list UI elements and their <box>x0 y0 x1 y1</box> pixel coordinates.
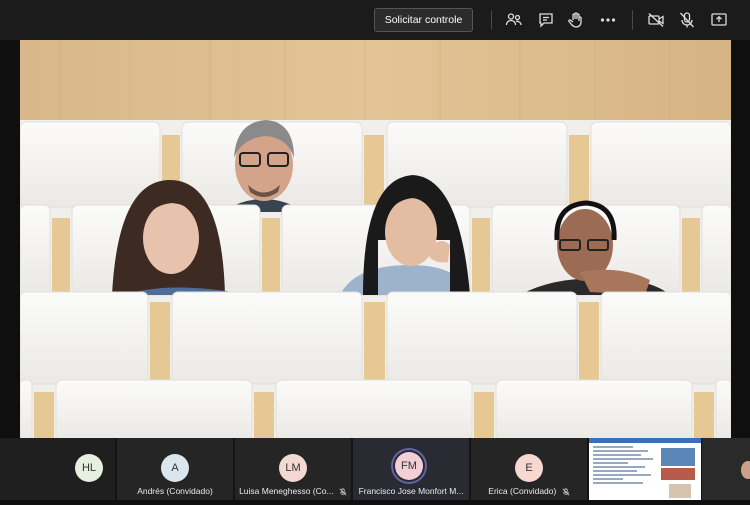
participant-tile[interactable]: LM Luisa Meneghesso (Co... <box>235 438 351 500</box>
chat-icon[interactable] <box>536 10 556 30</box>
camera-off-icon[interactable] <box>646 10 666 30</box>
raise-hand-icon[interactable] <box>566 10 586 30</box>
shared-document-preview <box>589 438 701 500</box>
together-mode-stage <box>20 40 731 438</box>
participant-tile-speaking[interactable]: FM Francisco Jose Monfort M... <box>353 438 469 500</box>
participant-name: Francisco Jose Monfort M... <box>358 486 464 496</box>
avatar: A <box>161 454 189 482</box>
participants-icon[interactable] <box>504 10 524 30</box>
auditorium-scene <box>20 40 731 438</box>
participant-name: Andrés (Convidado) <box>137 486 213 496</box>
meeting-toolbar: Solicitar controle <box>0 0 750 40</box>
self-video-tile[interactable] <box>702 438 750 500</box>
mic-off-icon <box>339 488 347 496</box>
toolbar-divider <box>491 10 492 30</box>
participant-tile[interactable]: E Erica (Convidado) <box>471 438 587 500</box>
participant-name-row: Luisa Meneghesso (Co... <box>235 486 351 496</box>
self-video-preview <box>702 438 750 500</box>
avatar: E <box>515 454 543 482</box>
participant-name: Erica (Convidado) <box>488 486 557 496</box>
participant-name: Luisa Meneghesso (Co... <box>239 486 334 496</box>
mic-off-icon <box>562 488 570 496</box>
more-icon[interactable] <box>598 10 618 30</box>
share-icon[interactable] <box>709 10 729 30</box>
participant-tile[interactable]: A Andrés (Convidado) <box>117 438 233 500</box>
participant-name-row: Erica (Convidado) <box>471 486 587 496</box>
avatar: LM <box>279 454 307 482</box>
avatar: FM <box>395 452 423 480</box>
mic-off-icon[interactable] <box>677 10 697 30</box>
participant-tile[interactable]: HL <box>0 438 115 500</box>
request-control-button[interactable]: Solicitar controle <box>374 8 473 32</box>
screen-share-thumbnail[interactable] <box>589 438 701 500</box>
toolbar-divider <box>632 10 633 30</box>
avatar: HL <box>75 454 103 482</box>
